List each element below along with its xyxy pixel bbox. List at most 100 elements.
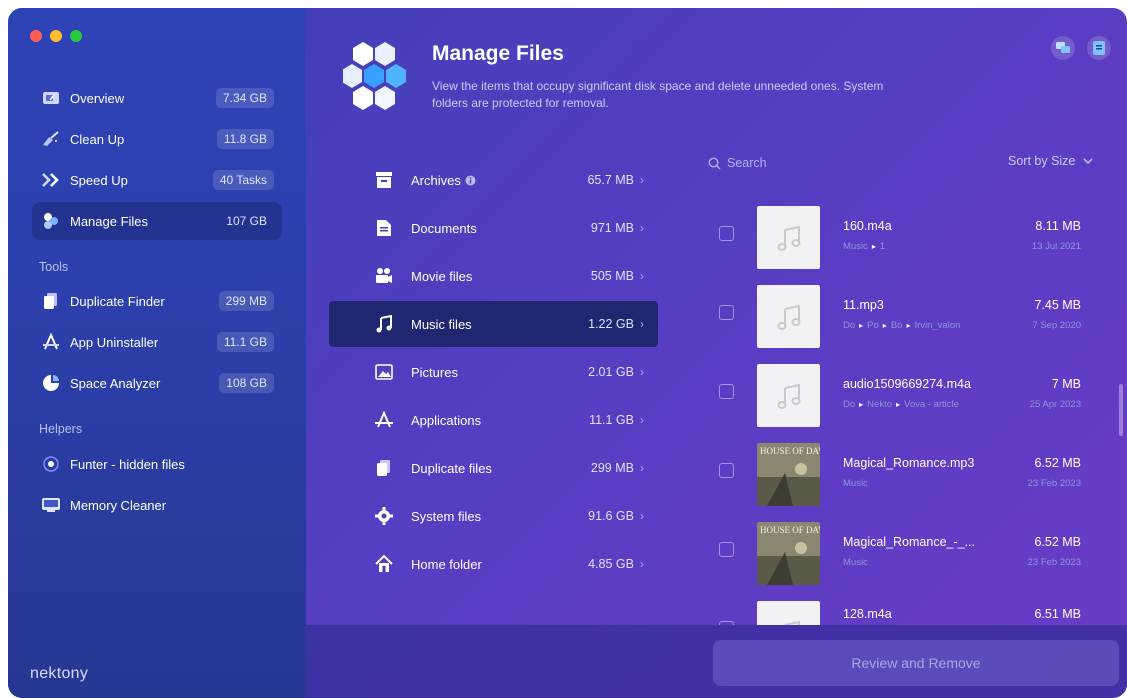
category-label: Duplicate files [411,460,492,476]
chevron-right-icon: › [640,557,644,571]
music-note-icon [757,285,820,348]
sidebar-item-memory-cleaner[interactable]: Memory Cleaner [32,486,282,524]
sidebar-item-manage-files[interactable]: Manage Files 107 GB [32,202,282,240]
duplicate-icon [40,290,62,312]
album-cover-image: HOUSE OF DAWN [757,443,820,506]
file-path: Do ▸ Po ▸ Bo ▸ Irvin_valon [843,320,961,331]
category-system-files[interactable]: System files 91.6 GB › [329,493,658,539]
sidebar-item-speed-up[interactable]: Speed Up 40 Tasks [32,161,282,199]
sort-label: Sort by Size [1008,154,1076,168]
chevron-right-icon: › [640,509,644,523]
sidebar-item-label: Overview [70,90,125,106]
list-scrollbar[interactable] [1119,384,1123,436]
memory-icon [40,494,62,516]
window-layout-icon [1093,41,1105,55]
file-name: 11.mp3 [843,298,884,312]
chat-support-button[interactable] [1051,36,1075,60]
category-size: 11.1 GB [589,413,634,427]
search-input[interactable]: Search [708,151,898,175]
category-size: 505 MB [590,269,634,283]
sidebar-item-value: 108 GB [219,373,274,393]
list-item[interactable]: HOUSE OF DAWN Magical_Romance.mp3 Music … [685,435,1105,507]
category-size: 971 MB [590,221,634,235]
category-size: 65.7 MB [587,173,634,187]
open-menu-button[interactable] [1087,36,1111,60]
sidebar-item-value: 40 Tasks [212,170,274,190]
list-item[interactable]: 128.m4a 6.51 MB [685,593,1105,625]
item-checkbox[interactable] [719,542,734,557]
helpers-heading: Helpers [39,422,83,436]
chevron-right-icon: › [640,269,644,283]
zoom-window-button[interactable] [70,30,82,42]
minimize-window-button[interactable] [50,30,62,42]
close-window-button[interactable] [30,30,42,42]
chevron-right-icon: › [640,173,644,187]
category-movie-files[interactable]: Movie files 505 MB › [329,253,658,299]
sidebar-item-label: Clean Up [70,131,125,147]
chevron-right-icon: › [640,365,644,379]
search-icon [708,156,721,169]
sidebar-item-funter[interactable]: Funter - hidden files [32,445,282,483]
file-size: 7 MB [1051,377,1081,391]
file-size: 7.45 MB [1034,298,1081,312]
category-music-files[interactable]: Music files 1.22 GB › [329,301,658,347]
sidebar-item-label: Manage Files [70,213,149,229]
uninstaller-icon [40,331,62,353]
sidebar-item-clean-up[interactable]: Clean Up 11.8 GB [32,120,282,158]
file-date: 7 Sep 2020 [1032,320,1081,331]
file-name: audio1509669274.m4a [843,377,971,391]
movie-icon [373,265,395,287]
review-and-remove-button[interactable]: Review and Remove [713,640,1119,686]
chevron-down-icon [1083,158,1093,164]
category-documents[interactable]: Documents 971 MB › [329,205,658,251]
file-size: 6.52 MB [1034,535,1081,549]
list-item[interactable]: HOUSE OF DAWN Magical_Romance_-_... Musi… [685,514,1105,586]
file-list: 160.m4a Music ▸ 1 8.11 MB 13 Jul 2021 11.m… [685,190,1115,625]
sidebar-item-value: 11.8 GB [216,129,274,149]
category-applications[interactable]: Applications 11.1 GB › [329,397,658,443]
info-icon[interactable] [465,175,476,186]
category-size: 1.22 GB [588,317,634,331]
category-label: Home folder [411,556,482,572]
sidebar-item-app-uninstaller[interactable]: App Uninstaller 11.1 GB [32,323,282,361]
category-pictures[interactable]: Pictures 2.01 GB › [329,349,658,395]
item-checkbox[interactable] [719,463,734,478]
sidebar-item-value: 11.1 GB [216,332,274,352]
music-note-icon [757,206,820,269]
category-label: Pictures [411,364,458,380]
overview-icon [40,87,62,109]
category-size: 2.01 GB [588,365,634,379]
category-label: Movie files [411,268,473,284]
picture-icon [373,361,395,383]
page-title: Manage Files [432,42,564,65]
page-description: View the items that occupy significant d… [432,79,884,110]
sidebar-item-label: Memory Cleaner [70,497,167,513]
sort-dropdown[interactable]: Sort by Size [1008,154,1093,168]
file-name: 160.m4a [843,219,892,233]
file-date: 23 Feb 2023 [1027,478,1081,489]
music-note-icon [757,364,820,427]
item-checkbox[interactable] [719,305,734,320]
item-checkbox[interactable] [719,226,734,241]
chevron-right-icon: › [640,461,644,475]
category-label: Music files [411,316,472,332]
sidebar-item-space-analyzer[interactable]: Space Analyzer 108 GB [32,364,282,402]
file-date: 13 Jul 2021 [1031,241,1081,252]
category-duplicate-files[interactable]: Duplicate files 299 MB › [329,445,658,491]
file-date: 23 Feb 2023 [1027,557,1081,568]
category-archives[interactable]: Archives 65.7 MB › [329,157,658,203]
svg-text:HOUSE OF DAWN: HOUSE OF DAWN [760,446,820,456]
category-label: System files [411,508,482,524]
sidebar-item-overview[interactable]: Overview 7.34 GB [32,79,282,117]
item-checkbox[interactable] [719,384,734,399]
chevron-right-icon: › [640,317,644,331]
list-item[interactable]: 11.mp3 Do ▸ Po ▸ Bo ▸ Irvin_valon 7.45 MB 7 Se… [685,277,1105,349]
list-item[interactable]: 160.m4a Music ▸ 1 8.11 MB 13 Jul 2021 [685,198,1105,270]
sidebar-item-label: App Uninstaller [70,334,159,350]
list-item[interactable]: audio1509669274.m4a Do ▸ Nekto ▸ Vova - arti… [685,356,1105,428]
sidebar: Overview 7.34 GB Clean Up 11.8 GB Speed … [8,8,306,698]
category-home-folder[interactable]: Home folder 4.85 GB › [329,541,658,587]
category-size: 4.85 GB [588,557,634,571]
file-path: Music ▸ 1 [843,241,886,252]
sidebar-item-duplicate-finder[interactable]: Duplicate Finder 299 MB [32,282,282,320]
